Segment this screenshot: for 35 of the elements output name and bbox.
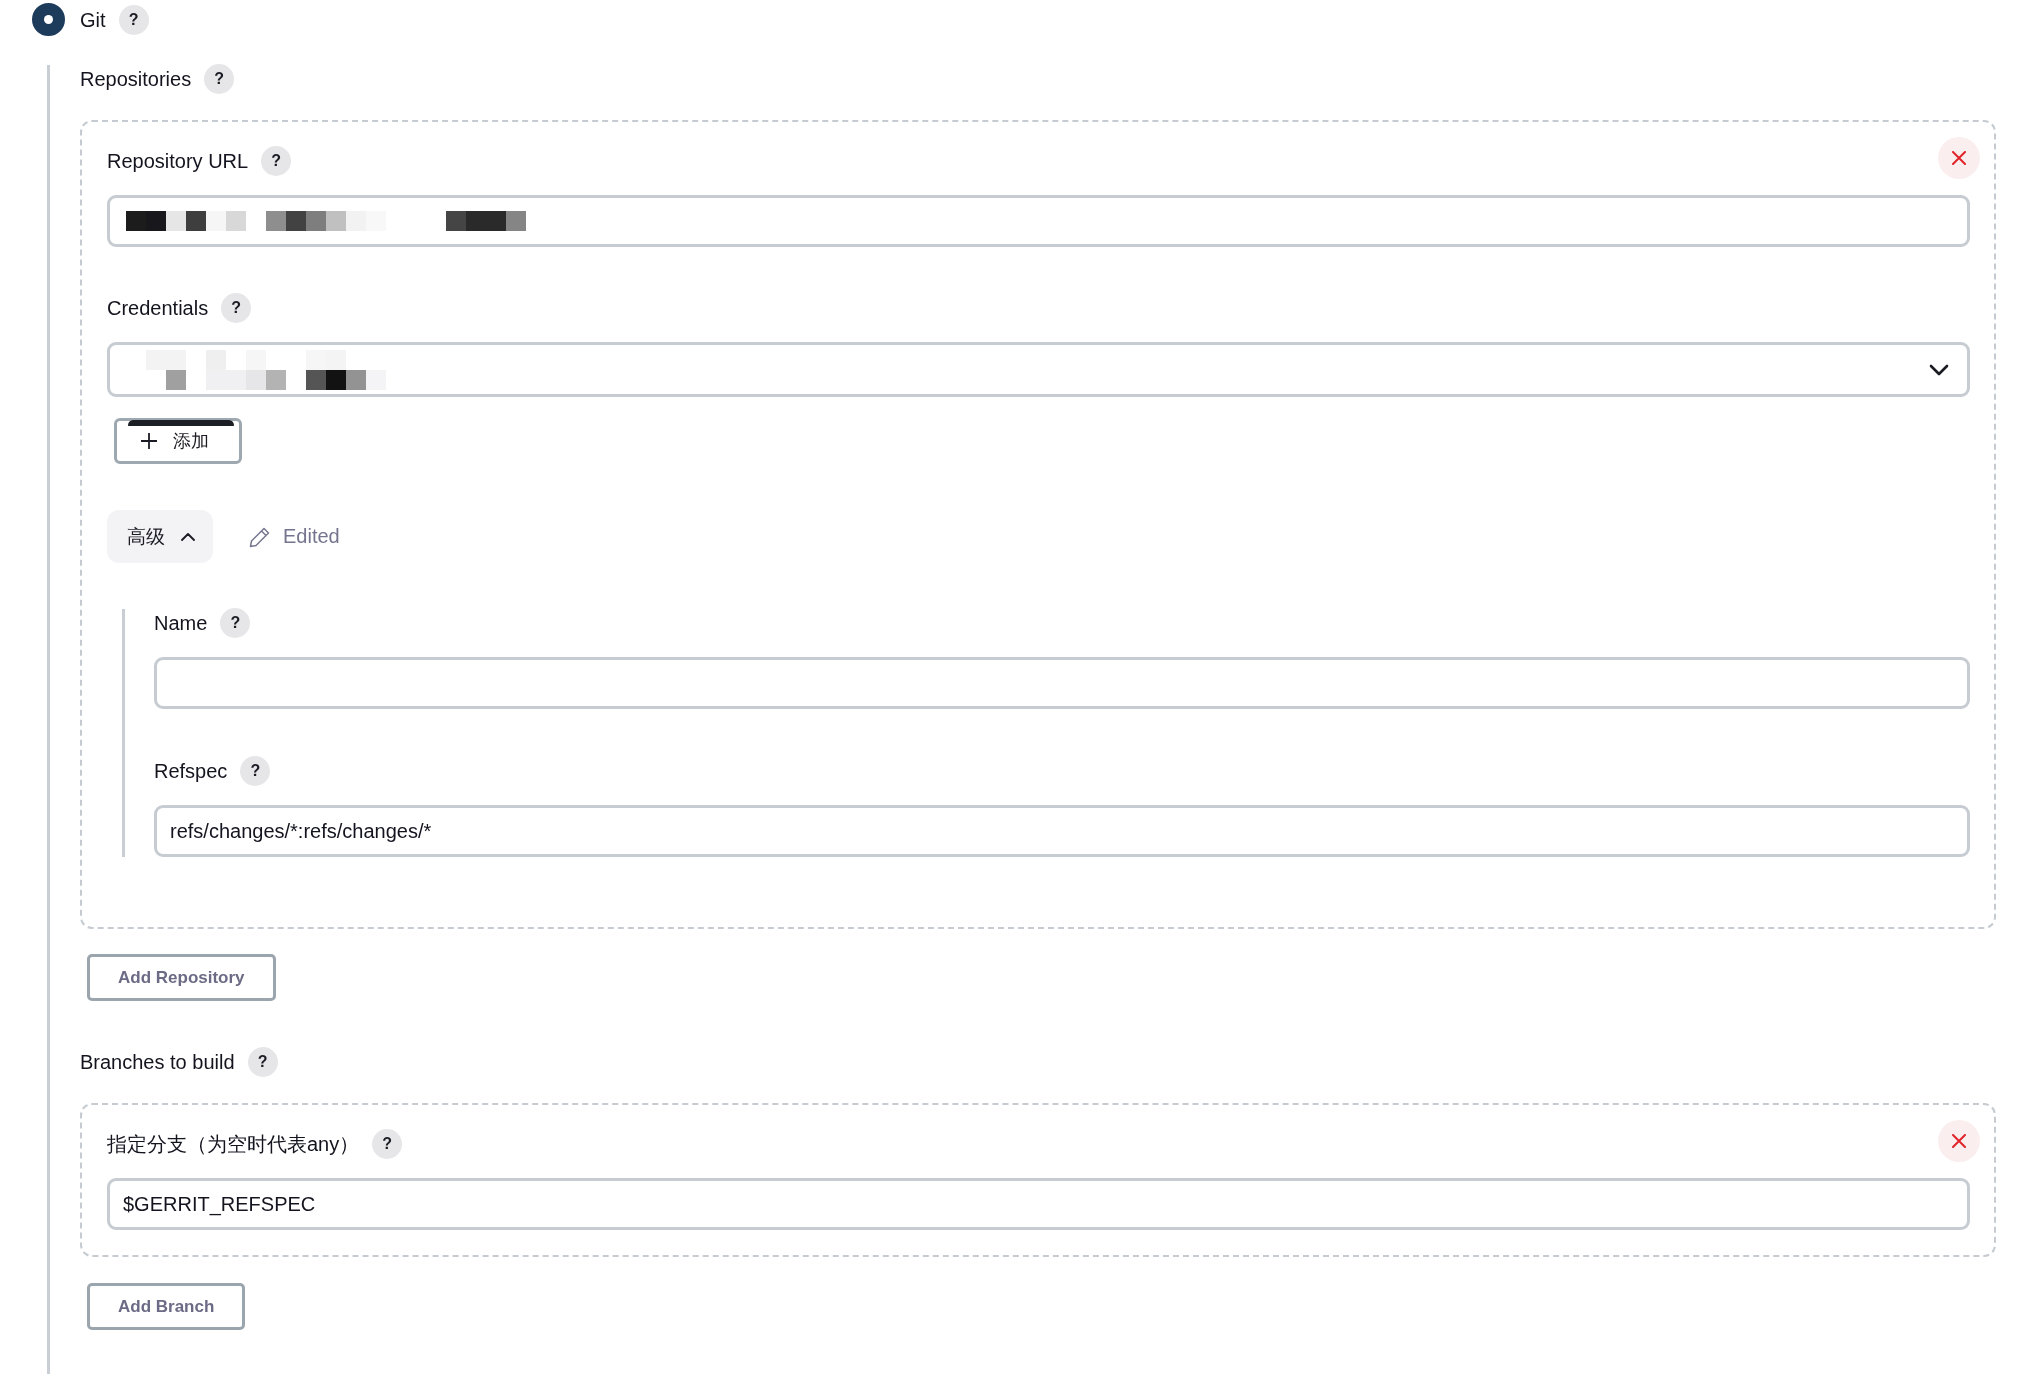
help-button[interactable]: ? — [220, 608, 251, 638]
help-button[interactable]: ? — [247, 1047, 278, 1077]
pencil-icon — [249, 525, 271, 548]
plus-icon — [141, 433, 157, 449]
help-button[interactable]: ? — [261, 146, 292, 176]
chevron-down-icon — [1929, 363, 1949, 376]
field-label: Name — [154, 611, 208, 636]
close-icon — [1952, 1134, 1966, 1148]
text-field[interactable]: $GERRIT_REFSPEC — [107, 1178, 1970, 1230]
add-button[interactable]: 添加 — [114, 418, 242, 464]
caret-up-icon — [181, 532, 195, 541]
radio-button[interactable] — [32, 3, 65, 36]
help-button[interactable]: ? — [240, 756, 271, 786]
field-label: Repository URL — [107, 149, 249, 174]
help-button[interactable]: ? — [204, 64, 235, 94]
text-field[interactable]: refs/changes/*:refs/changes/* — [154, 805, 1970, 857]
advanced-button[interactable]: 高级 — [107, 510, 213, 563]
text-field[interactable] — [154, 657, 1970, 709]
section-label: Branches to build — [80, 1050, 235, 1075]
add-button[interactable]: Add Branch — [87, 1283, 246, 1330]
field-label: 指定分支（为空时代表any） — [107, 1132, 360, 1157]
help-button[interactable]: ? — [372, 1129, 403, 1159]
edited-label: Edited — [283, 525, 340, 548]
remove-button[interactable] — [1938, 1120, 1980, 1162]
help-button[interactable]: ? — [118, 4, 149, 35]
help-button[interactable]: ? — [221, 293, 252, 323]
section-label: Repositories — [80, 67, 192, 92]
field-label: Refspec — [154, 759, 228, 784]
add-button[interactable]: Add Repository — [87, 954, 276, 1001]
close-icon — [1952, 151, 1966, 165]
dropdown-field[interactable] — [107, 342, 1970, 397]
remove-button[interactable] — [1938, 137, 1980, 179]
field-label: Credentials — [107, 296, 209, 321]
text-field[interactable] — [107, 195, 1970, 247]
option-label: Git — [80, 7, 106, 33]
